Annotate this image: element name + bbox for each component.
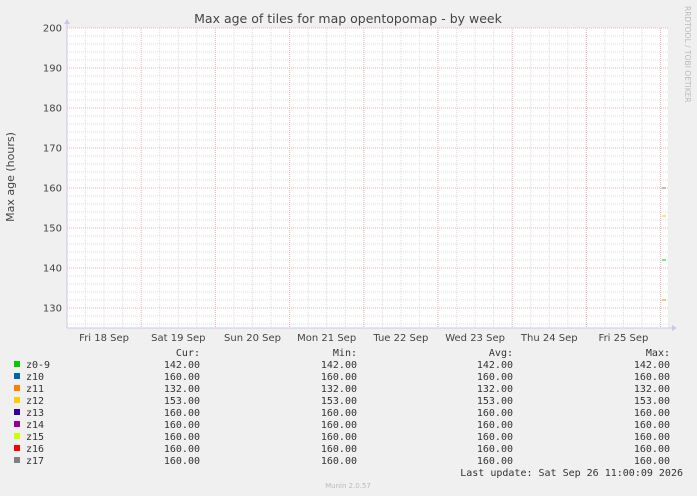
x-tick-label: Fri 25 Sep xyxy=(599,333,649,344)
legend-label: z13 xyxy=(26,408,44,419)
legend-value-max: 142.00 xyxy=(634,360,670,371)
legend-value-cur: 160.00 xyxy=(164,444,200,455)
legend-col-min: Min: xyxy=(333,348,357,359)
legend-value-min: 160.00 xyxy=(321,372,357,383)
legend-swatch xyxy=(14,421,20,427)
legend-value-cur: 160.00 xyxy=(164,408,200,419)
legend-value-avg: 160.00 xyxy=(477,444,513,455)
legend-value-max: 160.00 xyxy=(634,456,670,467)
legend-value-cur: 160.00 xyxy=(164,420,200,431)
legend-value-cur: 160.00 xyxy=(164,432,200,443)
x-tick-label: Tue 22 Sep xyxy=(372,333,428,344)
legend-label: z14 xyxy=(26,420,44,431)
footer-version: Munin 2.0.57 xyxy=(325,482,371,490)
y-tick-label: 140 xyxy=(43,264,62,275)
legend-value-max: 153.00 xyxy=(634,396,670,407)
legend-swatch xyxy=(14,373,20,379)
legend-value-min: 142.00 xyxy=(321,360,357,371)
side-label: RRDTOOL / TOBI OETIKER xyxy=(683,6,692,103)
legend-swatch xyxy=(14,433,20,439)
legend-value-min: 160.00 xyxy=(321,408,357,419)
y-tick-label: 150 xyxy=(43,224,62,235)
legend-swatch xyxy=(14,457,20,463)
legend-value-min: 153.00 xyxy=(321,396,357,407)
legend-label: z11 xyxy=(26,384,44,395)
x-tick-label: Sat 19 Sep xyxy=(151,333,205,344)
x-tick-label: Fri 18 Sep xyxy=(79,333,129,344)
chart-title: Max age of tiles for map opentopomap - b… xyxy=(194,11,502,26)
legend-value-max: 160.00 xyxy=(634,420,670,431)
legend-value-min: 160.00 xyxy=(321,456,357,467)
legend-value-max: 160.00 xyxy=(634,372,670,383)
y-tick-label: 170 xyxy=(43,144,62,155)
legend-label: z17 xyxy=(26,456,44,467)
legend-value-avg: 160.00 xyxy=(477,420,513,431)
legend-value-avg: 160.00 xyxy=(477,456,513,467)
legend-value-cur: 132.00 xyxy=(164,384,200,395)
chart: 130 140 150 160 170 180 190 200 Fri 18 Sep Sat 1… xyxy=(0,0,697,496)
legend-value-avg: 160.00 xyxy=(477,408,513,419)
legend-value-max: 160.00 xyxy=(634,444,670,455)
legend-label: z16 xyxy=(26,444,44,455)
legend-value-max: 132.00 xyxy=(634,384,670,395)
y-tick-label: 160 xyxy=(43,184,62,195)
legend-label: z10 xyxy=(26,372,44,383)
x-tick-label: Wed 23 Sep xyxy=(445,333,505,344)
y-tick-label: 200 xyxy=(43,24,62,35)
y-axis-label: Max age (hours) xyxy=(4,132,17,222)
legend-value-max: 160.00 xyxy=(634,408,670,419)
legend-swatch xyxy=(14,409,20,415)
legend-value-cur: 160.00 xyxy=(164,372,200,383)
legend-value-cur: 142.00 xyxy=(164,360,200,371)
y-tick-label: 130 xyxy=(43,304,62,315)
legend-swatch xyxy=(14,397,20,403)
legend-swatch xyxy=(14,445,20,451)
x-tick-label: Thu 24 Sep xyxy=(520,333,578,344)
legend-swatch xyxy=(14,385,20,391)
legend-value-cur: 153.00 xyxy=(164,396,200,407)
legend-swatch xyxy=(14,361,20,367)
legend-value-cur: 160.00 xyxy=(164,456,200,467)
plot-area xyxy=(67,28,668,328)
legend-value-min: 160.00 xyxy=(321,432,357,443)
legend-value-min: 160.00 xyxy=(321,444,357,455)
legend-label: z12 xyxy=(26,396,44,407)
legend-value-avg: 142.00 xyxy=(477,360,513,371)
last-update: Last update: Sat Sep 26 11:00:09 2026 xyxy=(460,468,683,479)
legend-value-min: 132.00 xyxy=(321,384,357,395)
legend-value-avg: 160.00 xyxy=(477,372,513,383)
x-tick-label: Sun 20 Sep xyxy=(224,333,281,344)
legend-col-cur: Cur: xyxy=(176,348,200,359)
y-tick-label: 190 xyxy=(43,64,62,75)
legend-label: z15 xyxy=(26,432,44,443)
x-tick-label: Mon 21 Sep xyxy=(297,333,356,344)
legend-value-avg: 153.00 xyxy=(477,396,513,407)
legend-value-max: 160.00 xyxy=(634,432,670,443)
y-tick-label: 180 xyxy=(43,104,62,115)
legend-value-min: 160.00 xyxy=(321,420,357,431)
legend-value-avg: 132.00 xyxy=(477,384,513,395)
legend-label: z0-9 xyxy=(26,360,50,371)
legend-col-max: Max: xyxy=(646,348,670,359)
legend-value-avg: 160.00 xyxy=(477,432,513,443)
legend-col-avg: Avg: xyxy=(489,348,513,359)
